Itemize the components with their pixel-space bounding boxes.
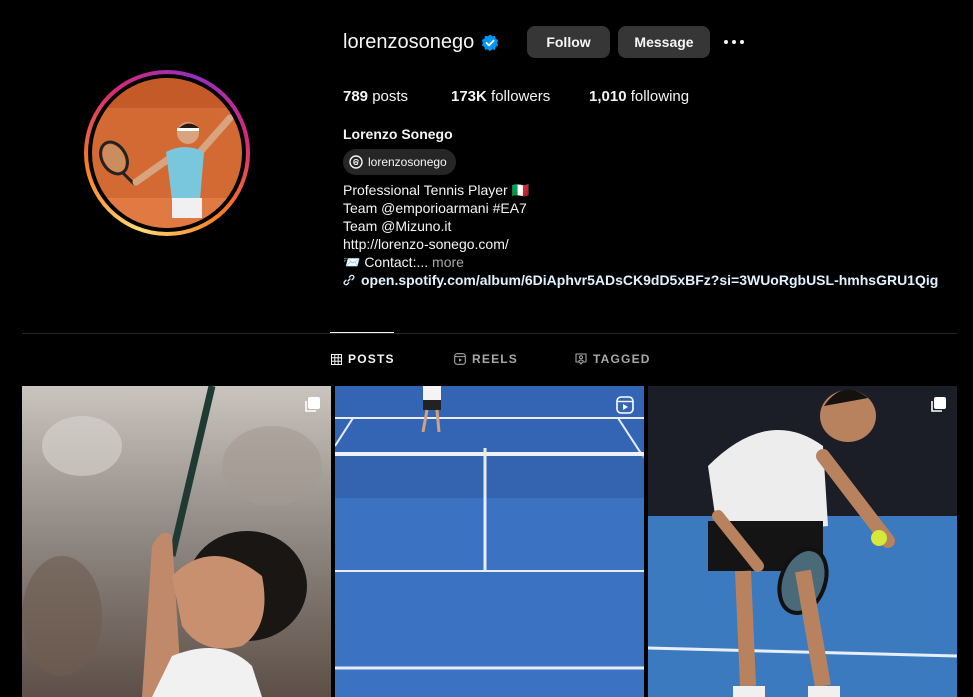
threads-badge[interactable]: lorenzosonego bbox=[343, 149, 456, 175]
posts-stat: 789 posts bbox=[343, 88, 408, 105]
reels-icon bbox=[454, 353, 466, 365]
post-thumbnail[interactable] bbox=[648, 386, 957, 697]
tab-tagged-label: TAGGED bbox=[593, 352, 651, 366]
bio-line-2: Team @emporioarmani #EA7 bbox=[343, 200, 527, 216]
bio-line-3: Team @Mizuno.it bbox=[343, 218, 452, 234]
tab-posts[interactable]: POSTS bbox=[331, 352, 395, 366]
tab-posts-label: POSTS bbox=[348, 352, 395, 366]
posts-label: posts bbox=[372, 88, 409, 105]
bio-line-5: 📨 Contact:... more bbox=[343, 253, 464, 271]
carousel-icon bbox=[305, 397, 320, 412]
grid-icon bbox=[331, 353, 342, 365]
tagged-icon bbox=[575, 353, 587, 365]
bio-contact: 📨 Contact:... bbox=[343, 254, 429, 270]
following-count: 1,010 bbox=[589, 88, 627, 105]
profile-username: lorenzosonego bbox=[343, 31, 475, 53]
posts-count: 789 bbox=[343, 88, 369, 105]
tab-reels[interactable]: REELS bbox=[454, 352, 518, 366]
tabs-divider bbox=[22, 333, 957, 334]
link-icon bbox=[343, 274, 355, 286]
verified-badge-icon bbox=[482, 34, 498, 52]
followers-stat[interactable]: 173K followers bbox=[451, 88, 550, 105]
bio-more-link[interactable]: more bbox=[432, 254, 464, 270]
external-link-text: open.spotify.com/album/6DiAphvr5ADsCK9dD… bbox=[361, 272, 939, 288]
profile-full-name: Lorenzo Sonego bbox=[343, 126, 453, 142]
bio-website[interactable]: http://lorenzo-sonego.com/ bbox=[343, 235, 509, 253]
bio-line-1: Professional Tennis Player 🇮🇹 bbox=[343, 182, 530, 198]
active-tab-indicator bbox=[330, 332, 394, 333]
following-stat[interactable]: 1,010 following bbox=[589, 88, 689, 105]
threads-handle: lorenzosonego bbox=[368, 155, 447, 169]
post-image bbox=[648, 386, 957, 697]
profile-avatar[interactable] bbox=[84, 70, 250, 236]
avatar-photo bbox=[92, 78, 242, 228]
following-label: following bbox=[630, 88, 690, 105]
follow-button[interactable]: Follow bbox=[527, 26, 610, 58]
message-button[interactable]: Message bbox=[618, 26, 710, 58]
post-image bbox=[22, 386, 331, 697]
threads-icon bbox=[349, 155, 363, 169]
followers-count: 173K bbox=[451, 88, 487, 105]
post-thumbnail[interactable] bbox=[335, 386, 644, 697]
more-options-icon[interactable] bbox=[722, 34, 746, 50]
post-image bbox=[335, 386, 644, 697]
followers-label: followers bbox=[491, 88, 551, 105]
carousel-icon bbox=[931, 397, 946, 412]
tab-reels-label: REELS bbox=[472, 352, 519, 366]
external-link[interactable]: open.spotify.com/album/6DiAphvr5ADsCK9dD… bbox=[343, 272, 938, 288]
reel-icon bbox=[616, 396, 634, 414]
post-thumbnail[interactable] bbox=[22, 386, 331, 697]
tab-tagged[interactable]: TAGGED bbox=[575, 352, 651, 366]
